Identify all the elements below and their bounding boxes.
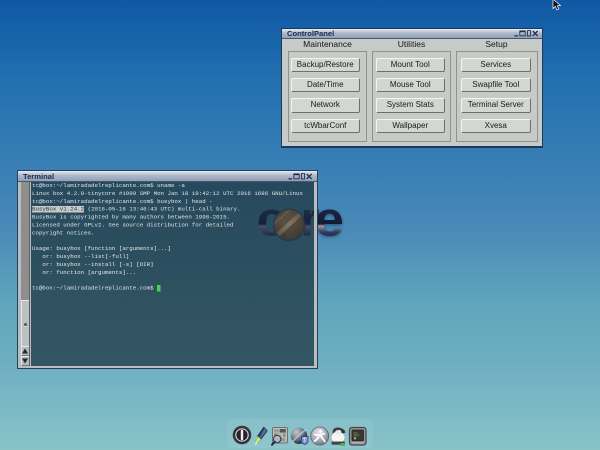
- svg-text:e: e: [315, 192, 344, 246]
